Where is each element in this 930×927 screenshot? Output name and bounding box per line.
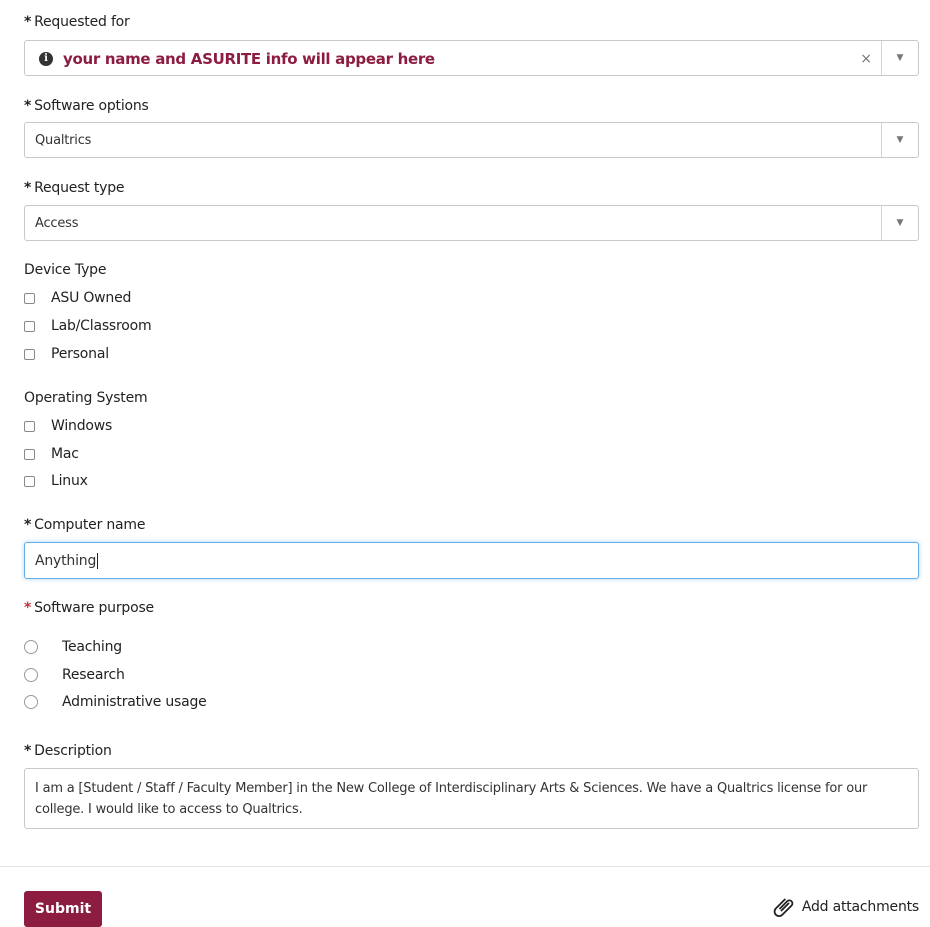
device-type-option-asu-owned[interactable]: ASU Owned [24,288,131,308]
required-marker: * [24,517,32,533]
request-type-label: * Request type [24,180,125,196]
required-marker: * [24,600,32,616]
software-purpose-label: * Software purpose [24,600,154,616]
description-textarea[interactable]: I am a [Student / Staff / Faculty Member… [24,768,919,829]
add-attachments-label: Add attachments [801,899,919,915]
software-options-select[interactable]: Qualtrics ▼ [24,122,919,158]
request-type-value: Access [35,216,79,231]
divider [0,866,930,867]
clear-icon[interactable]: × [860,41,872,77]
add-attachments-button[interactable]: Add attachments [772,893,919,921]
os-option-windows[interactable]: Windows [24,416,112,436]
chevron-down-icon[interactable]: ▼ [881,41,918,75]
computer-name-value: Anything [35,553,97,569]
info-circle-icon: i [39,52,53,66]
software-options-value: Qualtrics [35,133,92,148]
description-label: * Description [24,743,112,759]
checkbox[interactable] [24,448,35,460]
purpose-option-research[interactable]: Research [24,665,125,685]
requested-for-value: your name and ASURITE info will appear h… [63,50,435,68]
checkbox[interactable] [24,348,35,360]
chevron-down-icon[interactable]: ▼ [881,206,918,240]
purpose-option-teaching[interactable]: Teaching [24,637,122,657]
chevron-down-icon[interactable]: ▼ [881,123,918,157]
paperclip-icon [772,895,796,919]
request-type-select[interactable]: Access ▼ [24,205,919,241]
radio-button[interactable] [24,640,38,654]
required-marker: * [24,180,32,196]
checkbox[interactable] [24,420,35,432]
text-caret [97,553,99,569]
required-marker: * [24,743,32,759]
requested-for-select[interactable]: i your name and ASURITE info will appear… [24,40,919,76]
operating-system-label: Operating System [24,390,148,406]
checkbox[interactable] [24,292,35,304]
requested-for-label: * Requested for [24,14,130,30]
device-type-option-personal[interactable]: Personal [24,344,109,364]
software-options-label: * Software options [24,98,149,114]
checkbox[interactable] [24,320,35,332]
os-option-mac[interactable]: Mac [24,444,79,464]
computer-name-label: * Computer name [24,517,146,533]
required-marker: * [24,14,32,30]
radio-button[interactable] [24,668,38,682]
purpose-option-administrative-usage[interactable]: Administrative usage [24,692,207,712]
radio-button[interactable] [24,695,38,709]
os-option-linux[interactable]: Linux [24,471,88,491]
computer-name-input[interactable]: Anything [24,542,919,579]
device-type-label: Device Type [24,262,107,278]
device-type-option-lab-classroom[interactable]: Lab/Classroom [24,316,152,336]
checkbox[interactable] [24,475,35,487]
required-marker: * [24,98,32,114]
